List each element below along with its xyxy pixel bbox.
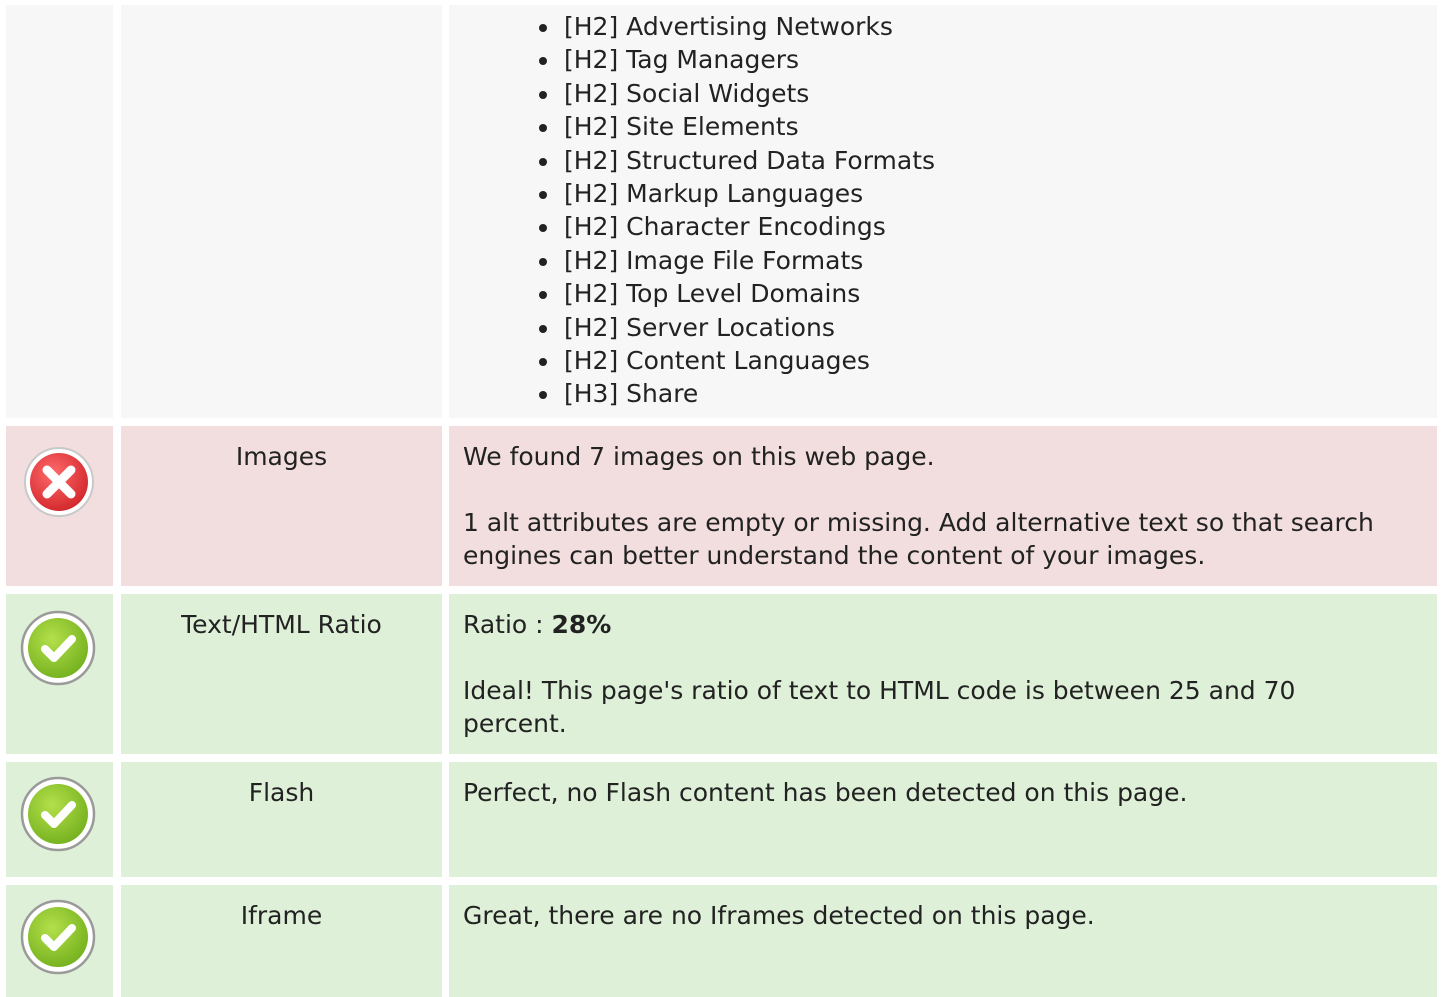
- check-name: Images: [235, 442, 328, 471]
- ratio-name-cell: Text/HTML Ratio: [121, 594, 442, 754]
- headings-body-cell: [H2] Advertising Networks [H2] Tag Manag…: [449, 5, 1437, 418]
- heading-list-item: [H2] Social Widgets: [537, 77, 935, 110]
- check-icon: [20, 776, 96, 852]
- bullet-icon: [539, 57, 547, 66]
- heading-list: [H2] Advertising Networks [H2] Tag Manag…: [537, 10, 935, 411]
- heading-list-item: [H2] Tag Managers: [537, 43, 935, 76]
- check-description: Great, there are no Iframes detected on …: [463, 899, 1397, 932]
- heading-list-item: [H2] Markup Languages: [537, 177, 935, 210]
- bullet-icon: [539, 224, 547, 233]
- heading-list-item: [H2] Image File Formats: [537, 244, 935, 277]
- heading-list-item: [H2] Site Elements: [537, 110, 935, 143]
- iframe-result-text: Great, there are no Iframes detected on …: [463, 901, 1095, 930]
- flash-name-cell: Flash: [121, 762, 442, 877]
- iframe-icon-cell: [6, 885, 113, 997]
- check-description: We found 7 images on this web page. 1 al…: [463, 440, 1397, 572]
- headings-row: [H2] Advertising Networks [H2] Tag Manag…: [0, 5, 1446, 418]
- heading-list-item: [H2] Character Encodings: [537, 210, 935, 243]
- ratio-verdict-text: Ideal! This page's ratio of text to HTML…: [463, 676, 1296, 738]
- check-name: Iframe: [240, 901, 323, 930]
- bullet-icon: [539, 124, 547, 133]
- ratio-value: 28%: [551, 610, 612, 639]
- bullet-icon: [539, 324, 547, 333]
- bullet-icon: [539, 391, 547, 400]
- heading-list-item: [H3] Share: [537, 377, 935, 410]
- iframe-body-cell: Great, there are no Iframes detected on …: [449, 885, 1437, 997]
- iframe-row: Iframe Great, there are no Iframes detec…: [0, 885, 1446, 997]
- ratio-icon-cell: [6, 594, 113, 754]
- bullet-icon: [539, 90, 547, 99]
- error-x-icon: [24, 447, 94, 517]
- flash-icon-cell: [6, 762, 113, 877]
- heading-list-item: [H2] Server Locations: [537, 311, 935, 344]
- images-count-text: We found 7 images on this web page.: [463, 442, 935, 471]
- bullet-icon: [539, 291, 547, 300]
- check-description: Ratio : 28% Ideal! This page's ratio of …: [463, 608, 1397, 740]
- check-description: Perfect, no Flash content has been detec…: [463, 776, 1397, 809]
- seo-report: [H2] Advertising Networks [H2] Tag Manag…: [0, 0, 1446, 997]
- ratio-label: Ratio :: [463, 610, 552, 639]
- flash-result-text: Perfect, no Flash content has been detec…: [463, 778, 1188, 807]
- iframe-name-cell: Iframe: [121, 885, 442, 997]
- bullet-icon: [539, 157, 547, 166]
- check-icon: [20, 899, 96, 975]
- heading-list-item: [H2] Advertising Networks: [537, 10, 935, 43]
- images-row: Images We found 7 images on this web pag…: [0, 426, 1446, 586]
- images-alt-text: 1 alt attributes are empty or missing. A…: [463, 508, 1374, 570]
- check-icon: [20, 610, 96, 686]
- images-body-cell: We found 7 images on this web page. 1 al…: [449, 426, 1437, 586]
- check-name: Flash: [248, 778, 315, 807]
- bullet-icon: [539, 358, 547, 367]
- flash-row: Flash Perfect, no Flash content has been…: [0, 762, 1446, 877]
- bullet-icon: [539, 191, 547, 200]
- ratio-body-cell: Ratio : 28% Ideal! This page's ratio of …: [449, 594, 1437, 754]
- ratio-line: Ratio : 28%: [463, 608, 1397, 641]
- heading-list-item: [H2] Top Level Domains: [537, 277, 935, 310]
- heading-list-item: [H2] Content Languages: [537, 344, 935, 377]
- ratio-row: Text/HTML Ratio Ratio : 28% Ideal! This …: [0, 594, 1446, 754]
- images-icon-cell: [6, 426, 113, 586]
- check-name: Text/HTML Ratio: [181, 610, 382, 639]
- heading-list-item: [H2] Structured Data Formats: [537, 144, 935, 177]
- headings-icon-cell: [6, 5, 113, 418]
- bullet-icon: [539, 24, 547, 32]
- headings-name-cell: [121, 5, 442, 418]
- bullet-icon: [539, 257, 547, 266]
- images-name-cell: Images: [121, 426, 442, 586]
- flash-body-cell: Perfect, no Flash content has been detec…: [449, 762, 1437, 877]
